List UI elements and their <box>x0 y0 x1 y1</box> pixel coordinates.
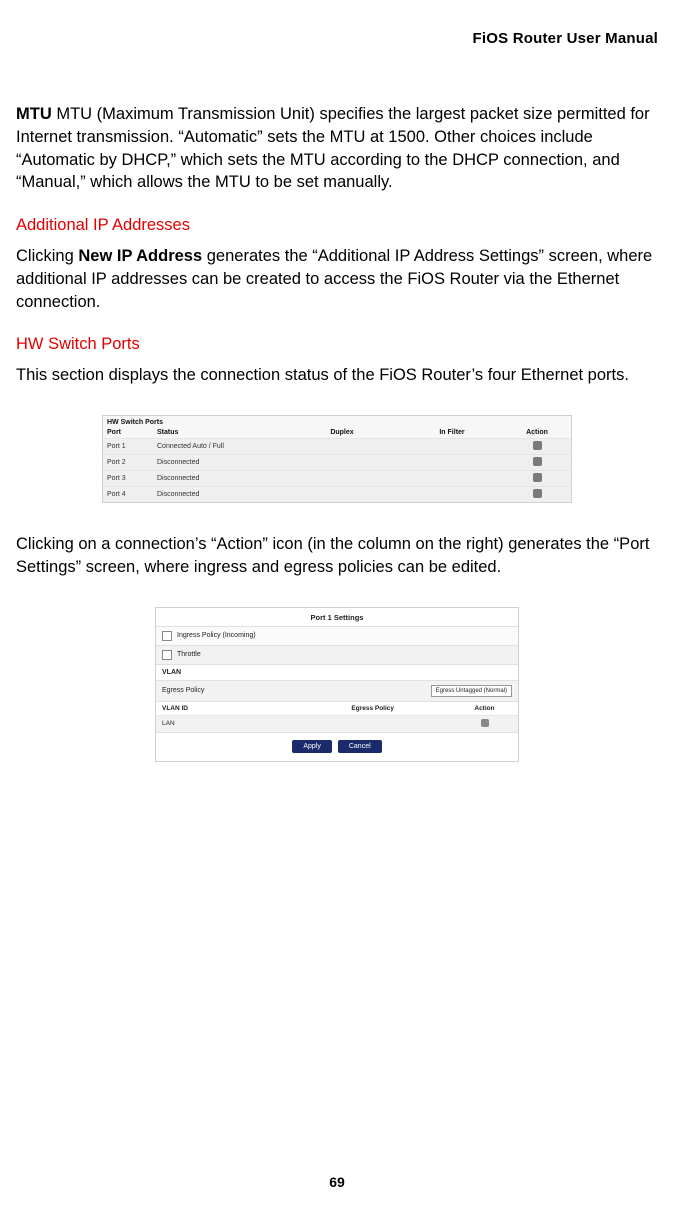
hw-table-header-row: Port Status Duplex In Filter Action <box>103 427 571 438</box>
ingress-policy-row: Ingress Policy (Incoming) <box>156 626 518 645</box>
ps-vlanid-cell: LAN <box>162 720 288 727</box>
edit-icon[interactable] <box>481 719 489 727</box>
page-header-title: FiOS Router User Manual <box>16 30 658 47</box>
hw-th-filter: In Filter <box>397 429 507 436</box>
hw-status-cell: Disconnected <box>157 491 287 498</box>
ingress-policy-label: Ingress Policy (Incoming) <box>177 632 512 639</box>
hw-status-cell: Connected Auto / Full <box>157 443 287 450</box>
port-settings-buttons: Apply Cancel <box>156 732 518 761</box>
checkbox-icon[interactable] <box>162 650 172 660</box>
throttle-label: Throttle <box>177 651 512 658</box>
hw-th-status: Status <box>157 429 287 436</box>
edit-icon[interactable] <box>533 473 542 482</box>
hw-status-cell: Disconnected <box>157 475 287 482</box>
hw-th-action: Action <box>507 429 567 436</box>
port-settings-title: Port 1 Settings <box>156 608 518 626</box>
port-settings-header-row: VLAN ID Egress Policy Action <box>156 701 518 715</box>
port-settings-figure: Port 1 Settings Ingress Policy (Incoming… <box>16 607 658 762</box>
cancel-button[interactable]: Cancel <box>338 740 382 753</box>
additional-ip-heading: Additional IP Addresses <box>16 216 658 235</box>
hw-switch-body: This section displays the connection sta… <box>16 364 658 387</box>
egress-policy-select[interactable]: Egress Untagged (Normal) <box>431 685 512 697</box>
throttle-row: Throttle <box>156 645 518 664</box>
hw-status-cell: Disconnected <box>157 459 287 466</box>
page-number: 69 <box>0 1174 674 1190</box>
vlan-section-label: VLAN <box>156 664 518 680</box>
edit-icon[interactable] <box>533 441 542 450</box>
ps-th-vlanid: VLAN ID <box>162 705 288 712</box>
hw-switch-figure: HW Switch Ports Port Status Duplex In Fi… <box>16 415 658 503</box>
hw-switch-after: Clicking on a connection’s “Action” icon… <box>16 533 658 579</box>
hw-table-title: HW Switch Ports <box>103 416 571 427</box>
table-row: Port 3 Disconnected <box>103 470 571 486</box>
hw-port-cell: Port 3 <box>107 475 157 482</box>
edit-icon[interactable] <box>533 489 542 498</box>
additional-ip-body: Clicking New IP Address generates the “A… <box>16 245 658 313</box>
edit-icon[interactable] <box>533 457 542 466</box>
additional-ip-lead: Clicking <box>16 247 78 265</box>
hw-switch-table: HW Switch Ports Port Status Duplex In Fi… <box>102 415 572 503</box>
egress-policy-row: Egress Policy Egress Untagged (Normal) <box>156 680 518 701</box>
table-row: Port 4 Disconnected <box>103 486 571 502</box>
port-settings-panel: Port 1 Settings Ingress Policy (Incoming… <box>155 607 519 762</box>
hw-th-duplex: Duplex <box>287 429 397 436</box>
checkbox-icon[interactable] <box>162 631 172 641</box>
hw-port-cell: Port 1 <box>107 443 157 450</box>
table-row: LAN <box>156 715 518 732</box>
table-row: Port 1 Connected Auto / Full <box>103 438 571 454</box>
hw-switch-heading: HW Switch Ports <box>16 335 658 354</box>
egress-policy-label: Egress Policy <box>162 687 431 694</box>
ps-th-egress: Egress Policy <box>288 705 457 712</box>
apply-button[interactable]: Apply <box>292 740 332 753</box>
table-row: Port 2 Disconnected <box>103 454 571 470</box>
mtu-section: MTU MTU (Maximum Transmission Unit) spec… <box>16 103 658 194</box>
hw-port-cell: Port 2 <box>107 459 157 466</box>
hw-port-cell: Port 4 <box>107 491 157 498</box>
vlan-label: VLAN <box>162 669 512 676</box>
mtu-label: MTU <box>16 105 52 123</box>
ps-th-action: Action <box>457 705 512 712</box>
mtu-body: MTU (Maximum Transmission Unit) specifie… <box>16 105 650 191</box>
additional-ip-bold: New IP Address <box>78 247 202 265</box>
hw-th-port: Port <box>107 429 157 436</box>
